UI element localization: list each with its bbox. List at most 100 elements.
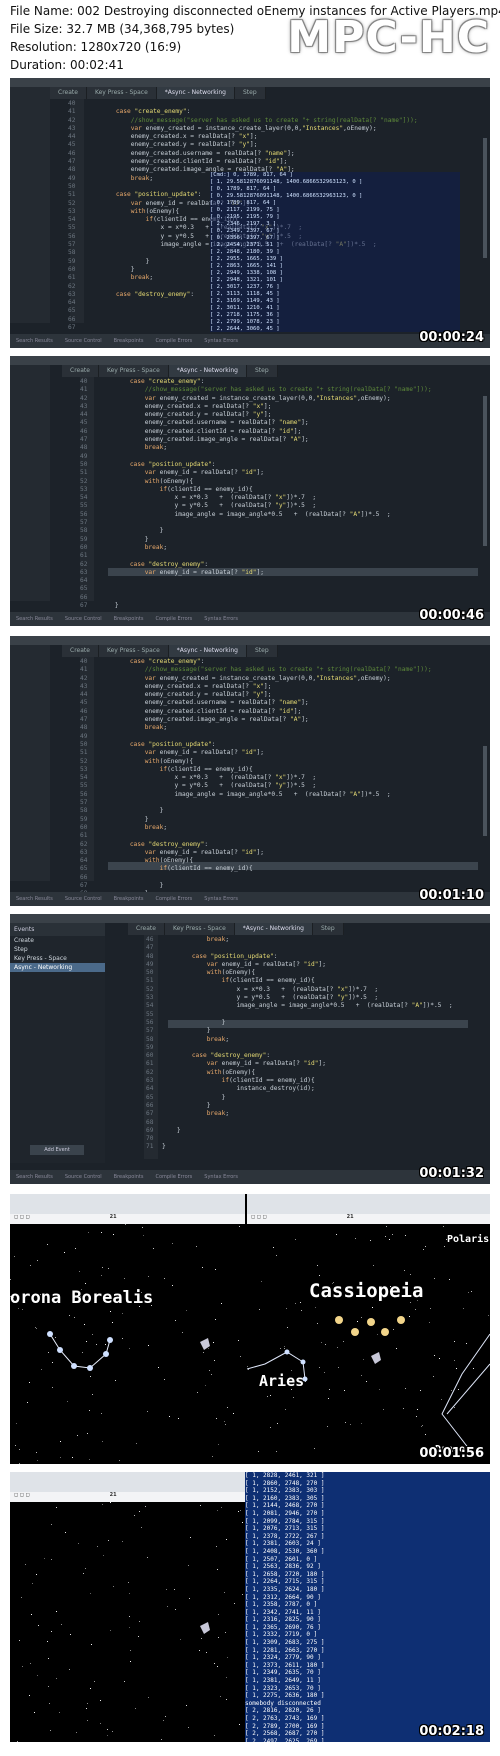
code-line[interactable]: break; (100, 724, 432, 732)
code-line[interactable]: case "create_enemy": (86, 108, 418, 116)
tab-key-press-space[interactable]: Key Press - Space (99, 365, 169, 377)
tab-step[interactable]: Step (313, 923, 344, 935)
code-line[interactable]: break; (100, 444, 432, 452)
code-line[interactable] (100, 519, 432, 527)
event-async-networking[interactable]: Async - Networking (10, 963, 105, 972)
code-line[interactable]: instance_destroy(id); (162, 1085, 453, 1093)
code-line[interactable]: } (100, 816, 432, 824)
code-line[interactable]: image_angle = image_angle*0.5 + (realDat… (100, 511, 432, 519)
code-line[interactable]: break; (100, 544, 432, 552)
output-tab-search-results[interactable]: Search Results (10, 612, 59, 626)
code-line[interactable] (100, 585, 432, 593)
code-line[interactable]: enemy_created.image_angle = realData[? "… (100, 436, 432, 444)
output-tab-syntax-errors[interactable]: Syntax Errors (198, 892, 244, 906)
code-line[interactable]: with(oEnemy){ (100, 478, 432, 486)
code-line[interactable]: enemy_created.y = realData[? "y"]; (100, 411, 432, 419)
code-line[interactable]: enemy_created.image_angle = realData[? "… (100, 716, 432, 724)
code-line[interactable]: var enemy_id = realData[? "id"]; (100, 749, 432, 757)
code-line[interactable]: enemy_created.x = realData[? "x"]; (86, 133, 418, 141)
code-line[interactable]: enemy_created.clientId = realData[? "id"… (100, 428, 432, 436)
output-tab-breakpoints[interactable]: Breakpoints (108, 892, 150, 906)
tab-step[interactable]: Step (247, 645, 278, 657)
code-line[interactable]: } (100, 807, 432, 815)
code-line[interactable]: enemy_created.clientId = realData[? "id"… (86, 158, 418, 166)
code-line[interactable] (100, 552, 432, 560)
event-create[interactable]: Create (10, 936, 105, 945)
code-line[interactable]: case "destroy_enemy": (100, 841, 432, 849)
code-line[interactable] (100, 733, 432, 741)
code-line[interactable]: } (162, 1102, 453, 1110)
code-line[interactable]: enemy_created.username = realData[? "nam… (100, 699, 432, 707)
code-line[interactable]: case "destroy_enemy": (162, 1052, 453, 1060)
tab-create[interactable]: Create (50, 87, 87, 99)
code-line[interactable]: var enemy_id = realData[? "id"]; (100, 469, 432, 477)
event-key-press-space[interactable]: Key Press - Space (10, 954, 105, 963)
code-line[interactable]: } (100, 882, 432, 890)
code-line[interactable]: with(oEnemy){ (162, 1069, 453, 1077)
output-tab-source-control[interactable]: Source Control (59, 892, 108, 906)
output-tab-breakpoints[interactable]: Breakpoints (108, 612, 150, 626)
code-line[interactable]: break; (162, 936, 453, 944)
tab-async-networking[interactable]: *Async - Networking (156, 87, 235, 99)
code-line[interactable]: //show_message("server has asked us to c… (100, 666, 432, 674)
tab-step[interactable]: Step (235, 87, 266, 99)
tab-async-networking[interactable]: *Async - Networking (168, 645, 247, 657)
output-tab-compile-errors[interactable]: Compile Errors (149, 334, 198, 348)
tab-async-networking[interactable]: *Async - Networking (168, 365, 247, 377)
code-line[interactable] (100, 453, 432, 461)
game-view[interactable] (10, 1502, 245, 1742)
code-line[interactable]: var enemy_id = realData[? "id"]; (100, 849, 432, 857)
code-line[interactable]: case "create_enemy": (100, 658, 432, 666)
code-line[interactable]: with(oEnemy){ (100, 857, 432, 865)
code-line[interactable]: break; (100, 824, 432, 832)
code-line[interactable]: enemy_created.y = realData[? "y"]; (100, 691, 432, 699)
tab-create[interactable]: Create (62, 645, 99, 657)
code-line[interactable]: enemy_created.username = realData[? "nam… (100, 419, 432, 427)
game-view-left[interactable]: orona Borealis (10, 1224, 245, 1464)
output-tab-compile-errors[interactable]: Compile Errors (149, 612, 198, 626)
code-line[interactable]: } (162, 1019, 453, 1027)
code-line[interactable]: //show_message("server has asked us to c… (100, 386, 432, 394)
output-tab-syntax-errors[interactable]: Syntax Errors (198, 1170, 244, 1184)
code-line[interactable]: enemy_created.y = realData[? "y"]; (86, 141, 418, 149)
code-line[interactable]: image_angle = image_angle*0.5 + (realDat… (162, 1002, 453, 1010)
output-tab-breakpoints[interactable]: Breakpoints (108, 334, 150, 348)
tab-key-press-space[interactable]: Key Press - Space (99, 645, 169, 657)
code-line[interactable]: if(clientId == enemy_id){ (162, 977, 453, 985)
code-line[interactable]: enemy_created.username = realData[? "nam… (86, 150, 418, 158)
output-tab-breakpoints[interactable]: Breakpoints (108, 1170, 150, 1184)
code-line[interactable]: //show_message("server has asked us to c… (86, 117, 418, 125)
code-line[interactable] (100, 874, 432, 882)
code-line[interactable]: x = x*0.3 + (realData[? "x"])*.7 ; (162, 986, 453, 994)
scrollbar[interactable] (483, 138, 487, 258)
code-line[interactable]: } (162, 1027, 453, 1035)
code-line[interactable]: case "position_update": (162, 953, 453, 961)
code-line[interactable] (162, 944, 453, 952)
code-line[interactable] (86, 100, 418, 108)
code-line[interactable] (100, 577, 432, 585)
code-line[interactable]: var enemy_id = realData[? "id"]; (162, 1060, 453, 1068)
code-line[interactable]: break; (162, 1110, 453, 1118)
code-line[interactable]: case "create_enemy": (100, 378, 432, 386)
code-line[interactable]: case "position_update": (100, 741, 432, 749)
code-line[interactable]: var enemy_id = realData[? "id"]; (100, 569, 432, 577)
code-line[interactable]: with(oEnemy){ (162, 969, 453, 977)
code-line[interactable]: var enemy_created = instance_create_laye… (86, 125, 418, 133)
code-line[interactable]: var enemy_id = realData[? "id"]; (162, 961, 453, 969)
output-tab-search-results[interactable]: Search Results (10, 1170, 59, 1184)
code-line[interactable]: y = y*0.5 + (realData[? "y"])*.5 ; (100, 782, 432, 790)
output-tab-source-control[interactable]: Source Control (59, 1170, 108, 1184)
code-line[interactable] (100, 594, 432, 602)
code-line[interactable]: case "position_update": (100, 461, 432, 469)
code-line[interactable] (162, 1119, 453, 1127)
tab-create[interactable]: Create (62, 365, 99, 377)
code-line[interactable]: with(oEnemy){ (100, 758, 432, 766)
code-line[interactable]: if(clientId == enemy_id){ (162, 1077, 453, 1085)
code-line[interactable]: } (100, 602, 432, 610)
code-line[interactable]: } (162, 1127, 453, 1135)
add-event-button[interactable]: Add Event (30, 1145, 84, 1155)
code-editor[interactable]: case "create_enemy": //show_message("ser… (100, 378, 432, 610)
code-line[interactable]: case "destroy_enemy": (100, 561, 432, 569)
code-line[interactable]: break; (162, 1036, 453, 1044)
output-tab-search-results[interactable]: Search Results (10, 334, 59, 348)
